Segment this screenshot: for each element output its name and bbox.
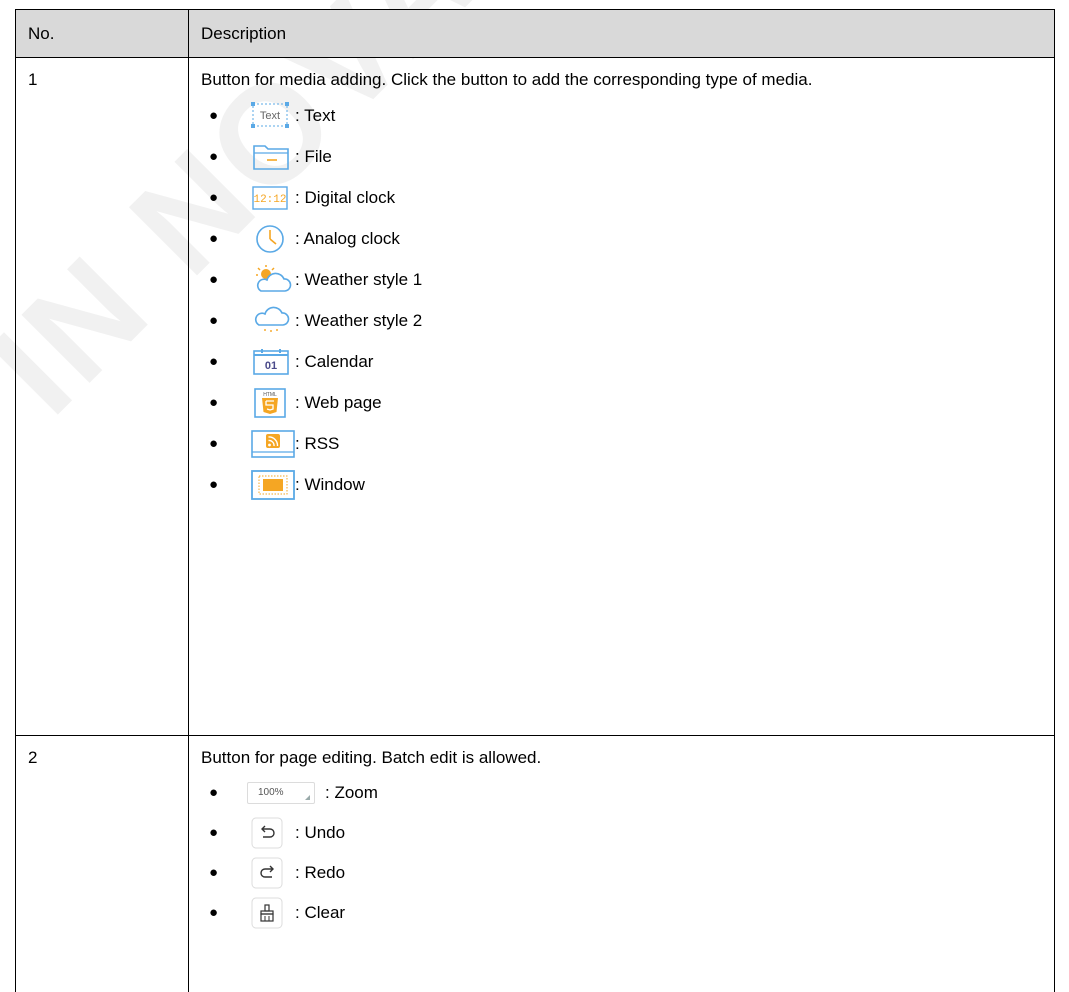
bullet: ● (209, 822, 227, 844)
item-label: : Zoom (325, 782, 378, 804)
bullet: ● (209, 310, 227, 332)
media-button-list: ● Text : Text ● (201, 95, 1042, 505)
list-item: ● HTML : Web page (201, 382, 1042, 423)
weather-sun-cloud-icon (251, 263, 295, 297)
list-item: ● : Weather style 1 (201, 259, 1042, 300)
cell-no: 1 (16, 58, 189, 736)
table-row: 2 Button for page editing. Batch edit is… (16, 736, 1055, 992)
item-label: : Redo (295, 862, 345, 884)
bullet: ● (209, 862, 227, 884)
clear-brush-icon (251, 896, 295, 930)
header-description: Description (189, 10, 1055, 58)
bullet: ● (209, 474, 227, 496)
bullet: ● (209, 351, 227, 373)
list-item: ● : Clear (201, 893, 1042, 933)
item-label: : RSS (295, 433, 339, 455)
bullet: ● (209, 187, 227, 209)
bullet: ● (209, 105, 227, 127)
weather-cloud-rain-icon (251, 304, 295, 338)
item-label: : Digital clock (295, 187, 395, 209)
cell-no: 2 (16, 736, 189, 992)
item-label: : File (295, 146, 332, 168)
item-label: : Weather style 1 (295, 269, 422, 291)
item-label: : Clear (295, 902, 345, 924)
edit-button-list: ● 100% : Zoom ● (201, 773, 1042, 933)
undo-icon (251, 816, 295, 850)
item-label: : Calendar (295, 351, 373, 373)
item-label: : Undo (295, 822, 345, 844)
svg-text:01: 01 (265, 360, 277, 372)
list-item: ● : Weather style 2 (201, 300, 1042, 341)
list-item: ● : Redo (201, 853, 1042, 893)
bullet: ● (209, 146, 227, 168)
list-item: ● 100% : Zoom (201, 773, 1042, 813)
analog-clock-icon (251, 222, 295, 256)
bullet: ● (209, 902, 227, 924)
list-item: ● : Undo (201, 813, 1042, 853)
cell-description: Button for page editing. Batch edit is a… (189, 736, 1055, 992)
bullet: ● (209, 433, 227, 455)
bullet: ● (209, 392, 227, 414)
header-no: No. (16, 10, 189, 58)
folder-icon (251, 140, 295, 174)
list-item: ● Text : Text (201, 95, 1042, 136)
rss-icon (251, 427, 295, 461)
zoom-value: 100% (258, 782, 284, 804)
svg-text:Text: Text (260, 110, 280, 122)
text-icon: Text (251, 99, 295, 133)
table-header-row: No. Description (16, 10, 1055, 58)
item-label: : Text (295, 105, 335, 127)
item-label: : Weather style 2 (295, 310, 422, 332)
list-item: ● : Analog clock (201, 218, 1042, 259)
html-page-icon: HTML (251, 386, 295, 420)
bullet: ● (209, 782, 227, 804)
digital-clock-icon: 12:12 (251, 181, 295, 215)
cell-description: Button for media adding. Click the butto… (189, 58, 1055, 736)
description-table: No. Description 1 Button for media addin… (15, 9, 1055, 992)
redo-icon (251, 856, 295, 890)
zoom-dropdown-icon: 100% (227, 776, 325, 810)
item-label: : Analog clock (295, 228, 400, 250)
bullet: ● (209, 228, 227, 250)
zoom-dropdown: 100% (247, 782, 315, 804)
item-label: : Web page (295, 392, 382, 414)
table-row: 1 Button for media adding. Click the but… (16, 58, 1055, 736)
dropdown-triangle-icon (305, 795, 310, 800)
list-item: ● : File (201, 136, 1042, 177)
bullet: ● (209, 269, 227, 291)
list-item: ● 12:12 : Digital clock (201, 177, 1042, 218)
row-description: Button for media adding. Click the butto… (201, 69, 1042, 91)
svg-text:HTML: HTML (263, 392, 277, 398)
list-item: ● : RSS (201, 423, 1042, 464)
calendar-icon: 01 (251, 345, 295, 379)
window-icon (251, 468, 295, 502)
row-description: Button for page editing. Batch edit is a… (201, 747, 1042, 769)
item-label: : Window (295, 474, 365, 496)
list-item: ● : Window (201, 464, 1042, 505)
svg-text:12:12: 12:12 (253, 194, 286, 206)
list-item: ● 01 : Calendar (201, 341, 1042, 382)
